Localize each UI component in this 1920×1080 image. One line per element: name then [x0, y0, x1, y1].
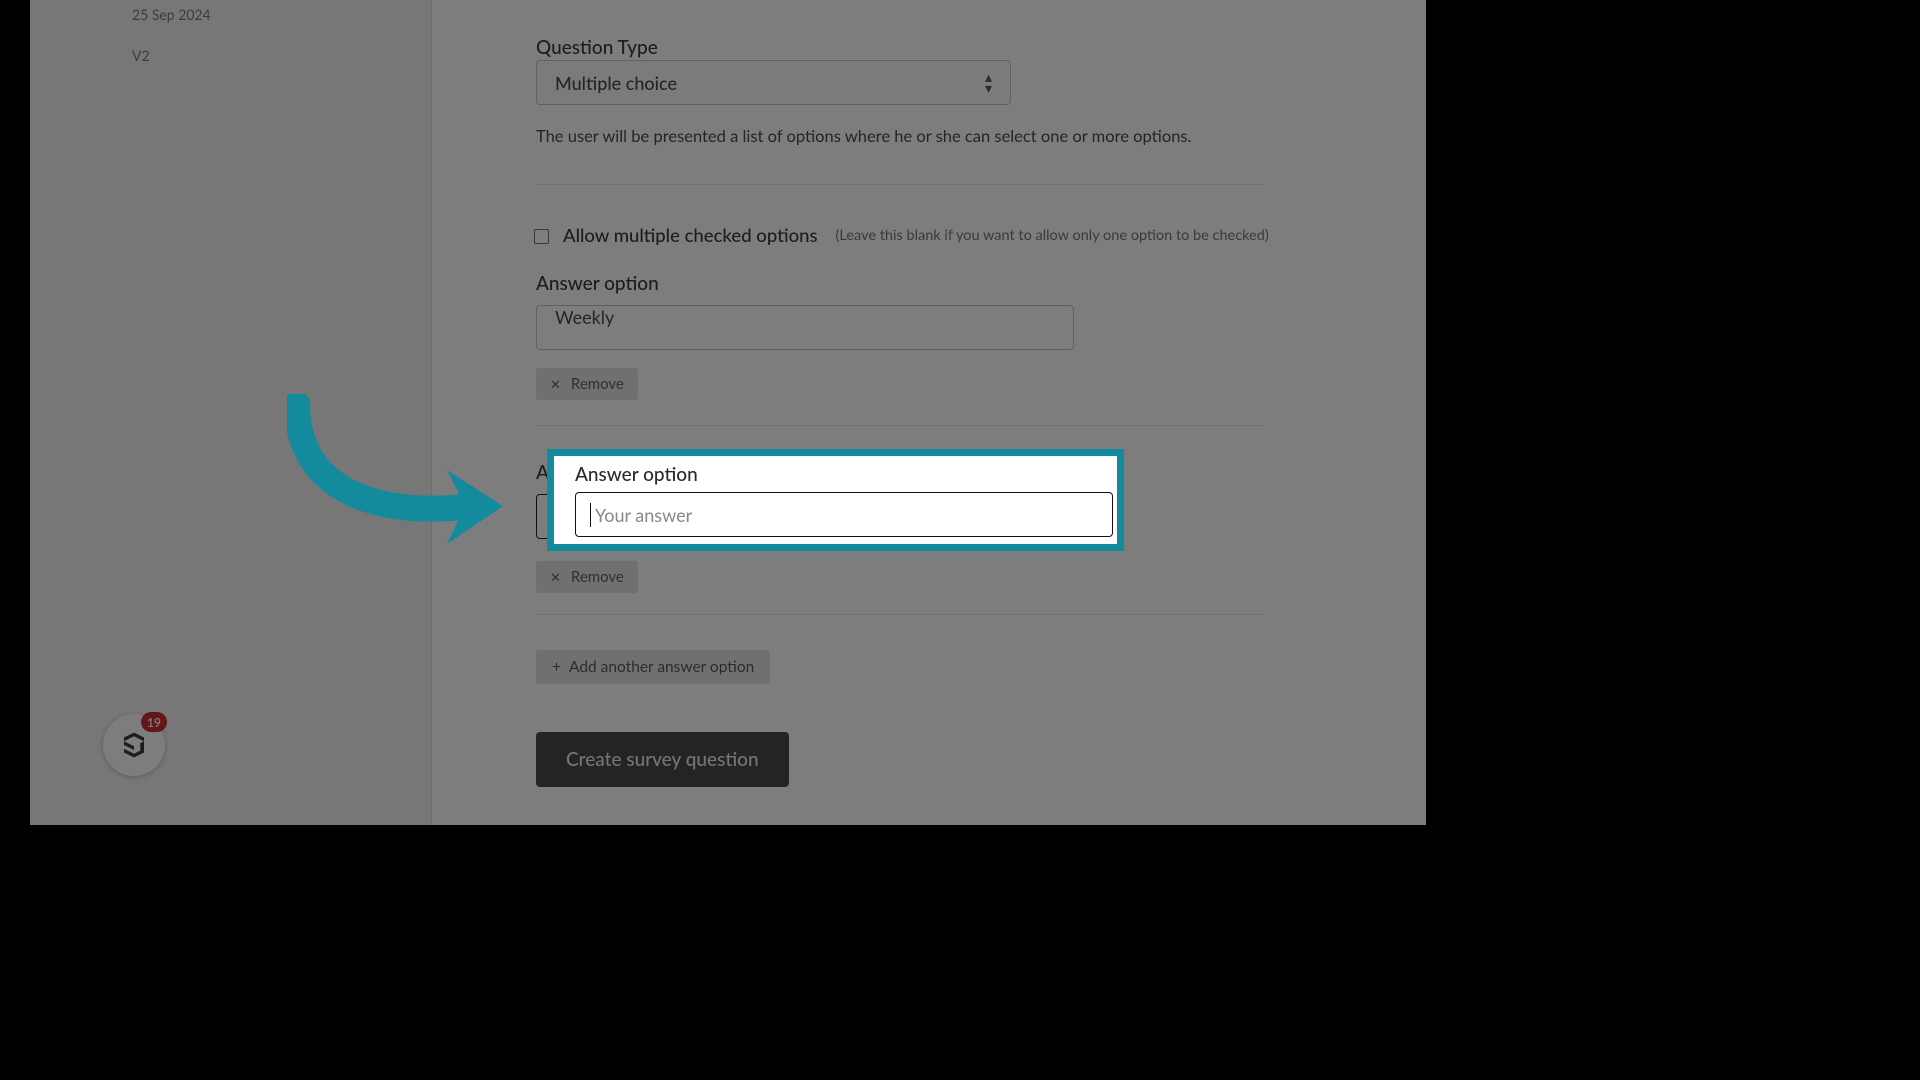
allow-multiple-row[interactable]: Allow multiple checked options (Leave th… [534, 224, 1269, 246]
answer-option-2-input-highlighted[interactable]: Your answer [575, 492, 1113, 537]
text-cursor [590, 503, 591, 527]
question-type-select[interactable]: Multiple choice ▴▾ [536, 60, 1011, 105]
question-type-label: Question Type [536, 36, 658, 59]
create-survey-question-button[interactable]: Create survey question [536, 732, 789, 787]
answer-option-label: Answer option [575, 463, 1096, 486]
allow-multiple-checkbox[interactable] [534, 229, 549, 244]
add-option-label: Add another answer option [569, 658, 754, 676]
help-widget-button[interactable]: 19 [103, 714, 165, 776]
question-type-helper: The user will be presented a list of opt… [536, 126, 1191, 146]
notification-badge: 19 [141, 712, 167, 732]
tutorial-highlight: Answer option Your answer [547, 449, 1124, 551]
sidebar-version: V2 [132, 47, 431, 64]
answer-option-1: Answer option Weekly ✕ Remove [536, 272, 1074, 400]
question-type-value: Multiple choice [555, 72, 677, 94]
divider [536, 184, 1262, 185]
close-icon: ✕ [550, 569, 561, 586]
answer-option-label: Answer option [536, 272, 1074, 295]
chevron-updown-icon: ▴▾ [985, 73, 992, 92]
remove-label: Remove [571, 375, 624, 393]
sidebar-date: 25 Sep 2024 [132, 6, 431, 23]
answer-option-2-placeholder: Your answer [595, 504, 692, 526]
remove-option-1-button[interactable]: ✕ Remove [536, 368, 638, 400]
sidebar: 25 Sep 2024 V2 [30, 0, 432, 825]
allow-multiple-label: Allow multiple checked options [563, 224, 818, 246]
app-logo-icon [119, 730, 149, 760]
plus-icon: + [552, 658, 561, 676]
create-button-label: Create survey question [566, 748, 759, 771]
remove-label: Remove [571, 568, 624, 586]
allow-multiple-hint: (Leave this blank if you want to allow o… [836, 227, 1269, 244]
answer-option-1-value: Weekly [555, 306, 614, 328]
close-icon: ✕ [550, 376, 561, 393]
remove-option-2-button[interactable]: ✕ Remove [536, 561, 638, 593]
app-viewport: 25 Sep 2024 V2 Question Type Multiple ch… [30, 0, 1426, 825]
divider [536, 614, 1262, 615]
add-answer-option-button[interactable]: + Add another answer option [536, 650, 770, 684]
divider [536, 425, 1262, 426]
main-panel: Question Type Multiple choice ▴▾ The use… [432, 0, 1426, 825]
answer-option-1-input[interactable]: Weekly [536, 305, 1074, 350]
